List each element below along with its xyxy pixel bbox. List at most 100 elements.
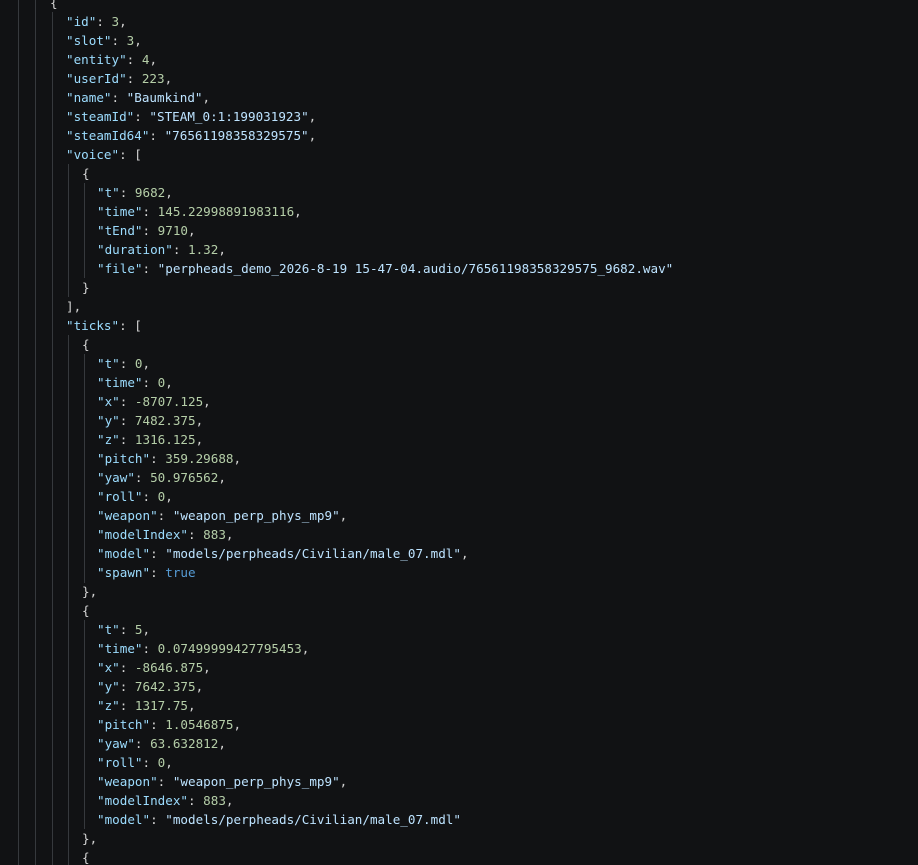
colon: : <box>119 318 135 333</box>
json-value: "weapon_perp_phys_mp9" <box>172 774 340 789</box>
colon: : <box>142 261 158 276</box>
code-line: { <box>82 164 90 183</box>
code-editor[interactable]: {"id": 3, "slot": 3, "entity": 4, "userId":… <box>0 0 918 865</box>
json-key: "weapon" <box>97 508 158 523</box>
json-key: "userId" <box>66 71 127 86</box>
code-line: "time": 0, <box>97 373 173 392</box>
punctuation: , <box>165 375 173 390</box>
code-line: "pitch": 1.0546875, <box>97 715 241 734</box>
json-key: "model" <box>97 812 151 827</box>
code-line: "model": "models/perpheads/Civilian/male… <box>97 544 469 563</box>
punctuation: , <box>233 451 242 466</box>
json-key: "z" <box>97 432 120 447</box>
json-key: "t" <box>97 356 120 371</box>
code-line: "userId": 223, <box>66 69 172 88</box>
json-key: "yaw" <box>97 470 135 485</box>
colon: : <box>119 147 135 162</box>
code-line: ], <box>66 297 81 316</box>
code-line: "z": 1317.75, <box>97 696 196 715</box>
json-key: "steamId" <box>66 109 135 124</box>
json-value: 1.0546875 <box>165 717 234 732</box>
colon: : <box>134 470 151 485</box>
json-value: "models/perpheads/Civilian/male_07.mdl" <box>165 812 461 827</box>
json-key: "slot" <box>66 33 112 48</box>
colon: : <box>119 622 135 637</box>
punctuation: }, <box>82 584 98 599</box>
colon: : <box>119 185 135 200</box>
json-value: 7482.375 <box>134 413 196 428</box>
punctuation: , <box>142 622 151 637</box>
indent-guide <box>84 354 85 583</box>
code-line: { <box>82 848 90 865</box>
json-value: 5 <box>134 622 143 637</box>
indent-guide <box>84 620 85 829</box>
punctuation: , <box>195 679 204 694</box>
colon: : <box>142 489 158 504</box>
code-line: "modelIndex": 883, <box>97 525 234 544</box>
punctuation: { <box>82 337 90 352</box>
punctuation: { <box>82 166 90 181</box>
colon: : <box>119 413 135 428</box>
json-key: "name" <box>66 90 112 105</box>
json-key: "time" <box>97 204 143 219</box>
json-key: "file" <box>97 261 143 276</box>
punctuation: }, <box>82 831 98 846</box>
code-line: "ticks": [ <box>66 316 142 335</box>
json-key: "id" <box>66 14 97 29</box>
code-line: "yaw": 63.632812, <box>97 734 226 753</box>
json-value: 883 <box>203 527 226 542</box>
indent-guide <box>35 0 36 865</box>
code-line: }, <box>82 582 97 601</box>
json-value: "perpheads_demo_2026-8-19 15-47-04.audio… <box>157 261 674 276</box>
json-key: "duration" <box>97 242 173 257</box>
json-value: -8646.875 <box>134 660 204 675</box>
colon: : <box>150 717 166 732</box>
punctuation: , <box>188 698 196 713</box>
json-key: "entity" <box>66 52 127 67</box>
json-key: "t" <box>97 185 120 200</box>
colon: : <box>150 451 166 466</box>
json-value: 9682 <box>134 185 166 200</box>
colon: : <box>134 736 151 751</box>
json-key: "y" <box>97 679 120 694</box>
code-line: "y": 7642.375, <box>97 677 203 696</box>
json-key: "x" <box>97 660 120 675</box>
code-line: "t": 9682, <box>97 183 173 202</box>
json-key: "modelIndex" <box>97 793 188 808</box>
code-line: "spawn": true <box>97 563 196 582</box>
colon: : <box>119 394 135 409</box>
colon: : <box>111 33 127 48</box>
json-value: 0.07499999427795453 <box>157 641 302 656</box>
colon: : <box>188 527 204 542</box>
code-line: "z": 1316.125, <box>97 430 203 449</box>
json-value: "76561198358329575" <box>164 128 309 143</box>
json-value: "STEAM_0:1:199031923" <box>149 109 309 124</box>
code-line: "steamId64": "76561198358329575", <box>66 126 316 145</box>
json-key: "z" <box>97 698 120 713</box>
colon: : <box>150 565 166 580</box>
colon: : <box>111 90 127 105</box>
punctuation: { <box>82 850 90 865</box>
colon: : <box>149 128 165 143</box>
code-line: "y": 7482.375, <box>97 411 203 430</box>
json-key: "roll" <box>97 755 143 770</box>
punctuation: , <box>165 489 173 504</box>
code-line: "file": "perpheads_demo_2026-8-19 15-47-… <box>97 259 673 278</box>
indent-guide <box>68 164 69 297</box>
punctuation: , <box>149 52 158 67</box>
punctuation: , <box>301 641 310 656</box>
punctuation: , <box>460 546 469 561</box>
code-line: "entity": 4, <box>66 50 157 69</box>
colon: : <box>142 375 158 390</box>
json-value: 223 <box>141 71 165 86</box>
code-line: "weapon": "weapon_perp_phys_mp9", <box>97 506 347 525</box>
punctuation: , <box>308 109 317 124</box>
punctuation: , <box>218 242 226 257</box>
punctuation: , <box>188 223 196 238</box>
json-key: "spawn" <box>97 565 151 580</box>
punctuation: , <box>339 774 348 789</box>
punctuation: , <box>203 394 211 409</box>
json-key: "tEnd" <box>97 223 143 238</box>
punctuation: ], <box>66 299 82 314</box>
code-line: "model": "models/perpheads/Civilian/male… <box>97 810 461 829</box>
